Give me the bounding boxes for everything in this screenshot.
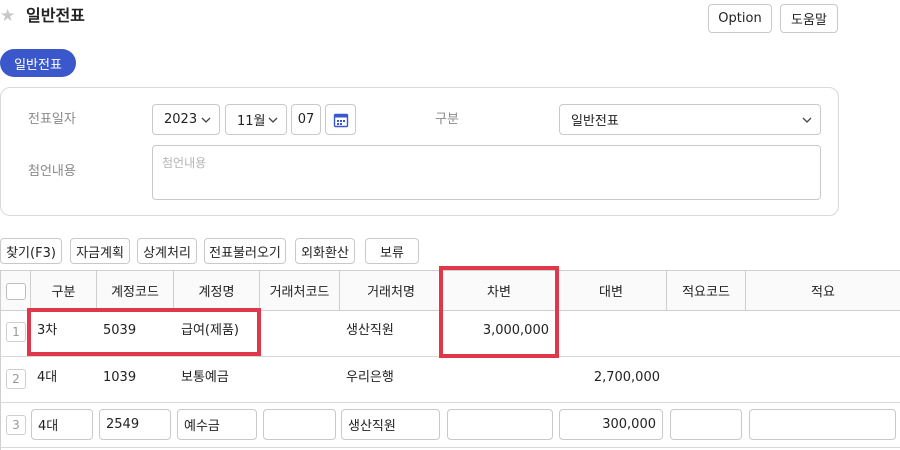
cell-account-name[interactable]: 보통예금 (181, 369, 229, 387)
chevron-down-icon (201, 117, 211, 123)
col-gubun[interactable]: 구분 (31, 270, 97, 311)
tab-general-voucher[interactable]: 일반전표 (0, 49, 76, 77)
input-debit[interactable] (447, 409, 553, 440)
attach-textarea[interactable]: 첨언내용 (152, 145, 821, 200)
date-label: 전표일자 (28, 112, 76, 127)
cell-gubun[interactable]: 4대 (37, 369, 57, 387)
col-account-name[interactable]: 계정명 (174, 270, 260, 311)
calendar-button[interactable] (325, 104, 356, 135)
calendar-icon (333, 113, 348, 127)
year-value: 2023 (164, 112, 198, 127)
type-label: 구분 (435, 112, 459, 127)
highlight-debit-column (439, 266, 559, 358)
highlight-row1-account (27, 308, 261, 356)
attach-label: 첨언내용 (28, 164, 76, 179)
input-account-name[interactable]: 예수금 (177, 409, 257, 440)
month-select[interactable]: 11월 (225, 104, 287, 135)
page-title: 일반전표 (26, 6, 85, 25)
find-button[interactable]: 찾기(F3) (0, 238, 62, 264)
col-memo[interactable]: 적요 (746, 270, 900, 311)
col-credit[interactable]: 대변 (556, 270, 667, 311)
day-input[interactable]: 07 (291, 104, 321, 135)
col-vendor-name[interactable]: 거래처명 (340, 270, 443, 311)
row-divider (0, 447, 900, 448)
month-value: 11월 (237, 114, 266, 129)
fx-convert-button[interactable]: 외화환산 (295, 238, 355, 264)
cell-account-code[interactable]: 1039 (103, 369, 136, 387)
input-vendor-name[interactable]: 생산직원 (341, 409, 440, 440)
option-button[interactable]: Option (708, 4, 772, 33)
hold-button[interactable]: 보류 (365, 238, 419, 264)
input-gubun[interactable]: 4대 (31, 409, 93, 440)
help-button[interactable]: 도움말 (780, 4, 838, 33)
input-vendor-code[interactable] (263, 409, 336, 440)
chevron-down-icon (802, 117, 812, 123)
input-credit[interactable]: 300,000 (559, 409, 663, 440)
favorite-star-icon[interactable]: ★ (0, 6, 15, 26)
chevron-down-icon (268, 117, 278, 123)
type-select[interactable]: 일반전표 (559, 104, 821, 135)
col-vendor-code[interactable]: 거래처코드 (260, 270, 340, 311)
type-value: 일반전표 (571, 114, 619, 129)
col-account-code[interactable]: 계정코드 (97, 270, 174, 311)
fund-plan-button[interactable]: 자금계획 (70, 238, 130, 264)
cell-vendor-name[interactable]: 우리은행 (346, 369, 394, 387)
input-memo[interactable] (749, 409, 896, 440)
row-number[interactable]: 1 (6, 322, 26, 342)
year-select[interactable]: 2023 (152, 104, 220, 135)
input-account-code[interactable]: 2549 (99, 409, 171, 440)
cell-vendor-name[interactable]: 생산직원 (346, 322, 394, 340)
input-memo-code[interactable] (670, 409, 742, 440)
select-all-checkbox[interactable] (6, 283, 26, 300)
load-voucher-button[interactable]: 전표불러오기 (204, 238, 286, 264)
col-memo-code[interactable]: 적요코드 (667, 270, 746, 311)
cell-credit[interactable]: 2,700,000 (556, 369, 660, 387)
row-number[interactable]: 2 (6, 369, 26, 389)
row-divider (0, 402, 900, 403)
offset-button[interactable]: 상계처리 (137, 238, 197, 264)
row-number[interactable]: 3 (6, 415, 26, 435)
